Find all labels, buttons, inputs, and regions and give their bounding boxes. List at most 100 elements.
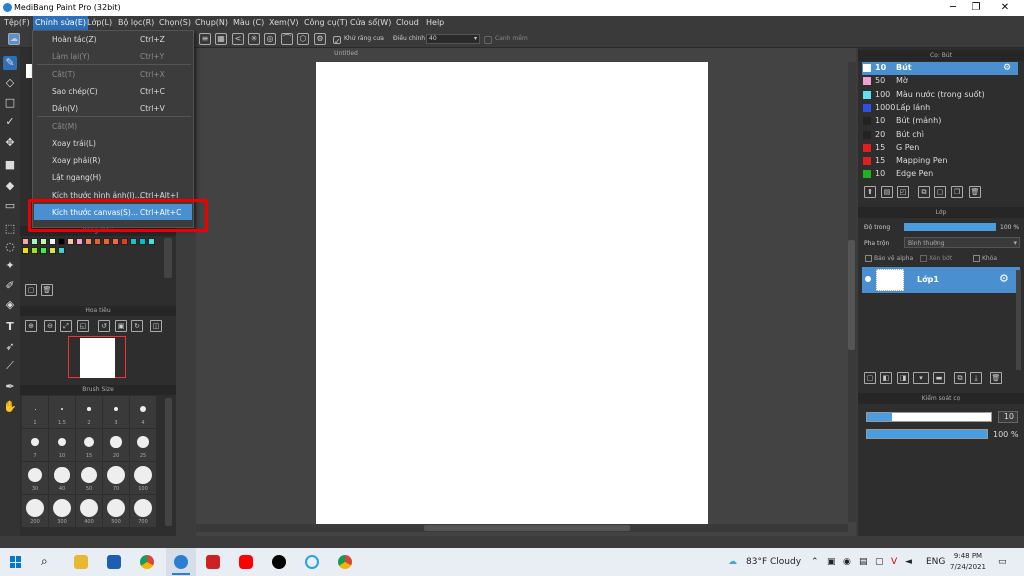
file-explorer-icon[interactable] [74,555,88,569]
move-tool-icon[interactable]: ✥ [3,136,17,150]
operation-tool-icon[interactable]: ➶ [3,340,17,354]
edit-menu-item[interactable]: Hoàn tác(Z) Ctrl+Z [34,31,192,47]
text-tool-icon[interactable]: T [3,320,17,334]
lasso-tool-icon[interactable]: ◌ [3,240,17,254]
edit-menu-item[interactable]: Xoay phải(R) [34,152,192,168]
menu-edit[interactable]: Chỉnh sửa(E) [33,16,88,30]
brush-size-cell[interactable]: 70 [103,462,129,494]
menu-file[interactable]: Tệp(F) [4,18,30,27]
delete-swatch-icon[interactable]: 🗑 [41,284,53,296]
menu-cloud[interactable]: Cloud [396,18,419,27]
eraser-tool-icon[interactable]: ◇ [3,76,17,90]
palette-swatch[interactable] [76,238,83,245]
layer-scrollbar[interactable] [1016,270,1021,370]
layer-folder-icon[interactable]: ▬ [933,372,945,384]
menu-layer[interactable]: Lớp(L) [87,18,112,27]
brush-opacity-slider[interactable] [866,429,988,439]
select-pen-tool-icon[interactable]: ✐ [3,279,17,293]
palette-swatch[interactable] [31,238,38,245]
menu-help[interactable]: Help [426,18,444,27]
canvas-tab-title[interactable]: Untitled [196,48,496,60]
fit-icon[interactable]: ⤢ [60,320,72,332]
polygon-icon[interactable]: ⬡ [297,33,309,45]
brush-item[interactable]: 100 Màu nước (trong suốt) [862,89,1018,102]
brush-size-cell[interactable]: 2 [76,396,102,428]
menu-color[interactable]: Màu (C) [233,18,264,27]
shape-tool-icon[interactable]: ■ [3,158,17,172]
duplicate-layer-icon[interactable]: ⧉ [954,372,966,384]
rotate-right-icon[interactable]: ↻ [131,320,143,332]
cortana-icon[interactable] [305,555,319,569]
brush-tool-icon[interactable]: ✎ [3,56,17,70]
brush-item[interactable]: 10 Bút [862,62,1018,75]
minimize-button[interactable]: ─ [942,1,964,15]
new-swatch-icon[interactable]: ▢ [25,284,37,296]
palette-swatch[interactable] [22,238,29,245]
brush-size-cell[interactable]: 1.5 [49,396,75,428]
app-icon-red[interactable] [206,555,220,569]
menu-capture[interactable]: Chụp(N) [195,18,228,27]
tray-app-icon-3[interactable]: ▤ [859,557,868,567]
edit-menu-item[interactable]: Xoay trái(L) [34,135,192,151]
new-halftone-layer-icon[interactable]: ◧ [880,372,892,384]
hand-tool-icon[interactable]: ✋ [3,400,17,414]
windows-start-icon[interactable] [10,556,22,568]
brush-folder-icon[interactable]: ▤ [881,186,893,198]
horizontal-scroll-thumb[interactable] [424,525,630,531]
edit-menu-item[interactable]: Sao chép(C) Ctrl+C [34,83,192,99]
perspective-icon[interactable]: < [232,33,244,45]
maximize-button[interactable]: ❐ [965,1,987,15]
palette-swatch[interactable] [40,247,47,254]
notification-icon[interactable]: ▭ [998,557,1007,567]
palette-swatch[interactable] [58,238,65,245]
settings-icon[interactable]: ⚙ [314,33,326,45]
grid-icon[interactable]: ▦ [215,33,227,45]
rectangle-tool-icon[interactable]: □ [3,96,17,110]
clipping-checkbox[interactable] [920,255,927,262]
brush-import-icon[interactable]: ❐ [951,186,963,198]
add-brush-icon[interactable]: ⬆ [864,186,876,198]
new-8bit-layer-icon[interactable]: ◨ [897,372,909,384]
brush-size-cell[interactable]: 30 [22,462,48,494]
tiktok-icon[interactable] [272,555,286,569]
palette-swatch[interactable] [85,238,92,245]
chrome-icon[interactable] [140,555,154,569]
dot-tool-icon[interactable]: ✓ [3,115,17,129]
antialias-checkbox[interactable]: ✓ [333,36,341,46]
brush-duplicate-icon[interactable]: ⧉ [918,186,930,198]
tray-app-icon-4[interactable]: ▢ [875,557,884,567]
palette-scrollbar[interactable] [164,238,172,278]
new-layer-icon[interactable]: ▢ [864,372,876,384]
new-folder-menu-icon[interactable]: ▾ [913,372,929,384]
blend-select[interactable]: Bình thường ▾ [904,237,1020,248]
lock-checkbox[interactable] [973,255,980,262]
tray-app-icon-2[interactable]: ◉ [843,557,851,567]
brush-size-cell[interactable]: 300 [49,495,75,527]
protect-alpha-checkbox[interactable] [865,255,872,262]
brush-size-slider[interactable] [866,412,992,422]
grid-lines-icon[interactable]: ≡ [199,33,211,45]
palette-swatch[interactable] [31,247,38,254]
delete-layer-icon[interactable]: 🗑 [990,372,1002,384]
zoom-out-icon[interactable]: ⊖ [44,320,56,332]
brush-size-cell[interactable]: 100 [130,462,156,494]
merge-layer-icon[interactable]: ⤓ [970,372,982,384]
magic-wand-tool-icon[interactable]: ✦ [3,259,17,273]
brush-new-icon[interactable]: ▢ [934,186,946,198]
palette-swatch[interactable] [67,238,74,245]
search-icon[interactable]: ⌕ [41,554,48,569]
smooth-checkbox[interactable] [484,36,492,44]
palette-swatch[interactable] [103,238,110,245]
palette-swatch[interactable] [139,238,146,245]
drawing-canvas[interactable] [316,62,708,524]
brush-item[interactable]: 50 Mờ [862,75,1018,88]
tray-app-icon[interactable]: ▣ [827,557,836,567]
divide-tool-icon[interactable]: ⟋ [3,359,17,373]
active-app-tile[interactable] [166,548,196,576]
brush-size-cell[interactable]: 7 [22,429,48,461]
menu-window[interactable]: Cửa sổ(W) [350,18,391,27]
edit-menu-item[interactable]: Cắt(T) Ctrl+X [34,66,192,82]
palette-swatch[interactable] [148,238,155,245]
language-indicator[interactable]: ENG [926,557,945,567]
menu-view[interactable]: Xem(V) [269,18,299,27]
